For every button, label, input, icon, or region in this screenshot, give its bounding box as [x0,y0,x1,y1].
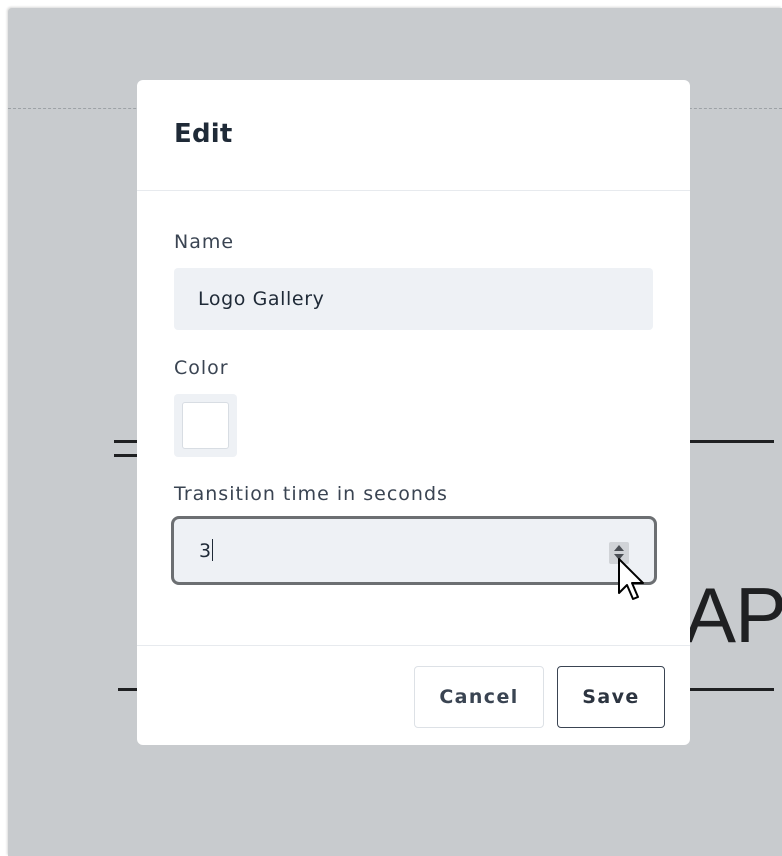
dialog-header: Edit [137,80,690,191]
dialog-title: Edit [174,119,233,149]
transition-time-value: 3 [199,539,214,562]
spinner-up-icon[interactable] [614,545,624,551]
dialog-footer-divider [137,645,690,646]
text-caret [212,539,214,561]
mouse-pointer-icon [618,558,644,600]
color-label: Color [174,357,229,379]
transition-time-input[interactable]: 3 [171,516,657,585]
color-picker[interactable] [174,394,237,457]
color-swatch[interactable] [182,402,229,449]
cancel-button[interactable]: Cancel [414,666,544,728]
save-button[interactable]: Save [557,666,665,728]
name-input[interactable]: Logo Gallery [174,268,653,330]
transition-label: Transition time in seconds [174,483,448,505]
name-label: Name [174,231,235,253]
background-text: AP [684,571,782,659]
page: AP Edit Name Logo Gallery Color Transiti… [0,0,782,856]
background-line-3 [684,440,774,443]
edit-dialog: Edit Name Logo Gallery Color Transition … [137,80,690,745]
background-line-5 [684,688,774,691]
